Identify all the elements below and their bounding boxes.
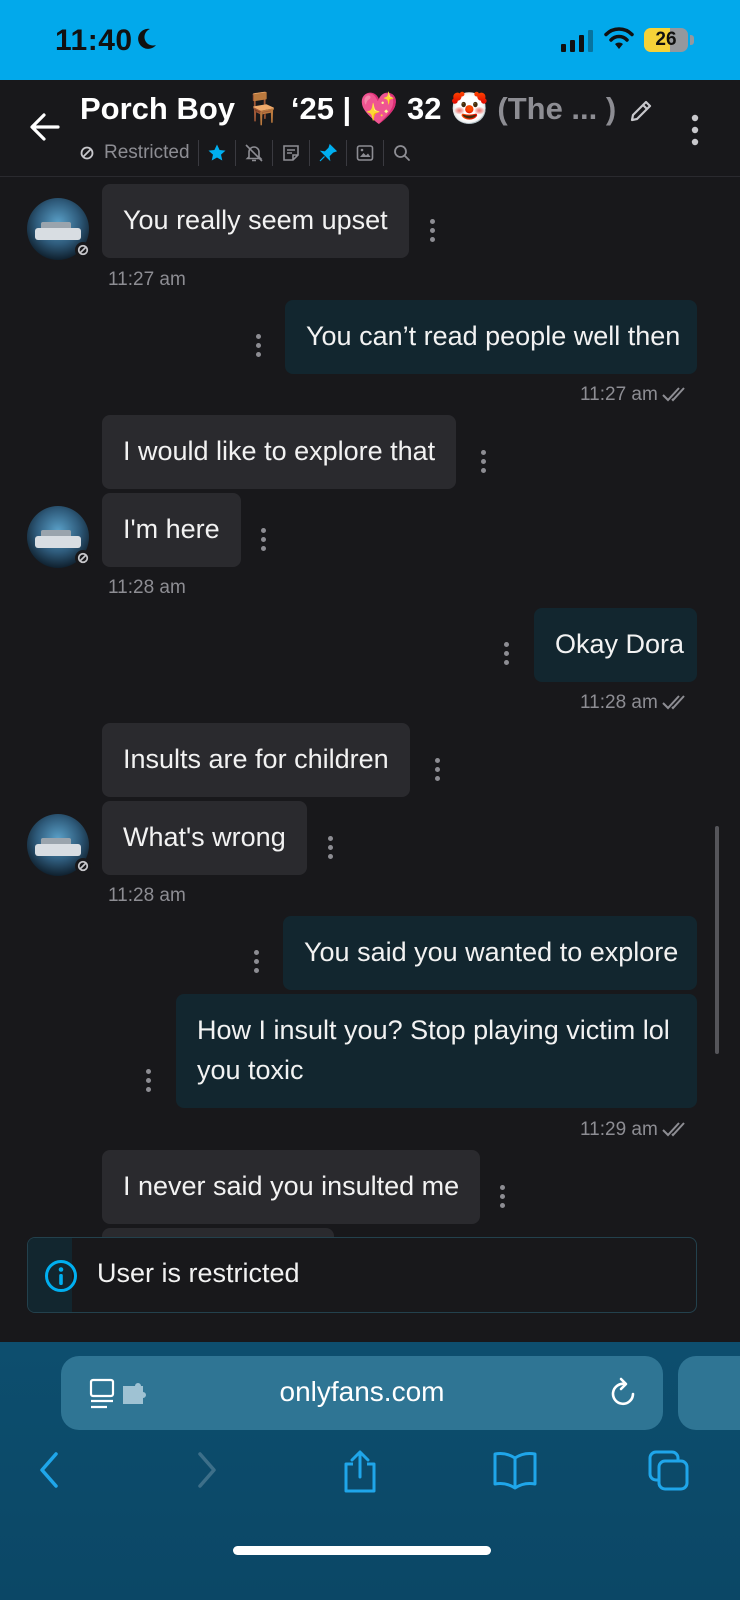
message-bubble-incoming[interactable]: I'm here	[102, 493, 241, 567]
message-timestamp: 11:27 am	[580, 384, 658, 405]
message-text: You said you wanted to explore	[304, 937, 679, 967]
message-options-icon[interactable]	[146, 1069, 152, 1096]
message-text: You can’t read people well then	[306, 321, 681, 351]
pin-button[interactable]	[310, 140, 347, 166]
message-timestamp: 11:28 am	[108, 577, 186, 598]
message-options-icon[interactable]	[504, 642, 510, 669]
bookmarks-icon[interactable]	[492, 1450, 538, 1490]
restricted-status: Restricted	[80, 140, 199, 166]
message-text: I'm here	[123, 514, 220, 544]
message-bubble-outgoing[interactable]: Okay Dora	[534, 608, 697, 682]
avatar[interactable]	[27, 506, 91, 568]
message-options-icon[interactable]	[261, 528, 267, 555]
tabs-icon[interactable]	[648, 1450, 690, 1492]
chat-title-dim: (The ... )	[497, 91, 617, 126]
restricted-badge	[75, 858, 91, 874]
info-icon	[45, 1260, 77, 1292]
mute-button[interactable]	[236, 140, 273, 166]
message-text: Okay Dora	[555, 629, 685, 659]
message-text: You really seem upset	[123, 205, 388, 235]
favorite-button[interactable]	[199, 140, 236, 166]
battery-level: 26	[655, 29, 677, 50]
message-options-icon[interactable]	[254, 950, 260, 977]
message-bubble-outgoing[interactable]: You said you wanted to explore	[283, 916, 697, 990]
edit-icon[interactable]	[628, 98, 654, 124]
message-options-icon[interactable]	[500, 1185, 506, 1212]
restricted-badge	[75, 550, 91, 566]
message-bubble-incoming[interactable]: Insults are for children	[102, 723, 410, 797]
note-icon	[282, 145, 299, 161]
restricted-icon	[80, 146, 94, 160]
star-icon	[208, 144, 226, 161]
address-bar[interactable]: onlyfans.com	[61, 1356, 663, 1430]
forward-icon[interactable]	[194, 1450, 220, 1490]
message-text: I never said you insulted me	[123, 1171, 460, 1201]
chat-title-main: Porch Boy 🪑 ‘25 | 💖 32 🤡	[80, 91, 498, 126]
message-options-icon[interactable]	[328, 836, 334, 863]
signal-icon	[561, 30, 593, 52]
message-bubble-incoming[interactable]: I would like to explore that	[102, 415, 457, 489]
battery-cap	[690, 35, 694, 45]
message-options-icon[interactable]	[481, 450, 487, 477]
chat-toolbar: Restricted	[80, 138, 420, 168]
battery-icon: 26	[644, 28, 688, 52]
message-text: What's wrong	[123, 822, 286, 852]
notes-button[interactable]	[273, 140, 310, 166]
moon-icon	[138, 28, 156, 49]
url-text: onlyfans.com	[279, 1376, 445, 1407]
status-time: 11:40	[55, 24, 133, 57]
avatar[interactable]	[27, 198, 91, 260]
message-timestamp: 11:28 am	[580, 692, 658, 713]
read-receipt-icon	[662, 1122, 685, 1137]
restricted-badge	[75, 242, 91, 258]
media-button[interactable]	[347, 140, 384, 166]
back-icon[interactable]	[36, 1450, 62, 1490]
reload-icon[interactable]	[609, 1376, 639, 1408]
share-icon[interactable]	[340, 1450, 380, 1494]
message-text-line: How I insult you? Stop playing victim lo…	[197, 1015, 670, 1045]
message-bubble-incoming[interactable]: You really seem upset	[102, 184, 409, 258]
read-receipt-icon	[662, 387, 685, 402]
message-bubble-outgoing[interactable]: How I insult you? Stop playing victim lo…	[176, 994, 697, 1108]
wifi-icon	[604, 27, 634, 49]
more-vertical-icon[interactable]	[690, 114, 700, 146]
message-text: I would like to explore that	[123, 436, 436, 466]
message-bubble-incoming[interactable]: What's wrong	[102, 801, 307, 875]
message-timestamp: 11:27 am	[108, 269, 186, 290]
restricted-banner: User is restricted	[27, 1237, 697, 1313]
browser-toolbar: onlyfans.com	[0, 1342, 740, 1600]
message-bubble-incoming[interactable]: I never said you insulted me	[102, 1150, 481, 1224]
pin-icon	[319, 143, 337, 162]
message-timestamp: 11:28 am	[108, 885, 186, 906]
search-button[interactable]	[384, 140, 420, 166]
message-bubble-outgoing[interactable]: You can’t read people well then	[285, 300, 697, 374]
restricted-banner-text: User is restricted	[97, 1258, 300, 1288]
home-indicator	[233, 1546, 491, 1555]
message-options-icon[interactable]	[435, 758, 441, 785]
search-icon	[393, 145, 410, 161]
message-timestamp: 11:29 am	[580, 1119, 658, 1140]
back-arrow-icon[interactable]	[28, 110, 62, 144]
media-icon	[356, 145, 373, 161]
message-text-line: you toxic	[197, 1055, 304, 1085]
message-options-icon[interactable]	[256, 334, 262, 361]
avatar[interactable]	[27, 814, 91, 876]
read-receipt-icon	[662, 695, 685, 710]
restricted-label: Restricted	[104, 142, 190, 163]
next-tab-peek[interactable]	[678, 1356, 740, 1430]
scrollbar[interactable]	[715, 826, 719, 1054]
chat-title[interactable]: Porch Boy 🪑 ‘25 | 💖 32 🤡 (The ... )	[80, 90, 616, 127]
message-text: Insults are for children	[123, 744, 389, 774]
chat-header: Porch Boy 🪑 ‘25 | 💖 32 🤡 (The ... ) Rest…	[0, 80, 740, 177]
status-bar: 11:40 26	[0, 0, 740, 80]
bell-off-icon	[244, 144, 263, 162]
message-options-icon[interactable]	[430, 219, 436, 246]
